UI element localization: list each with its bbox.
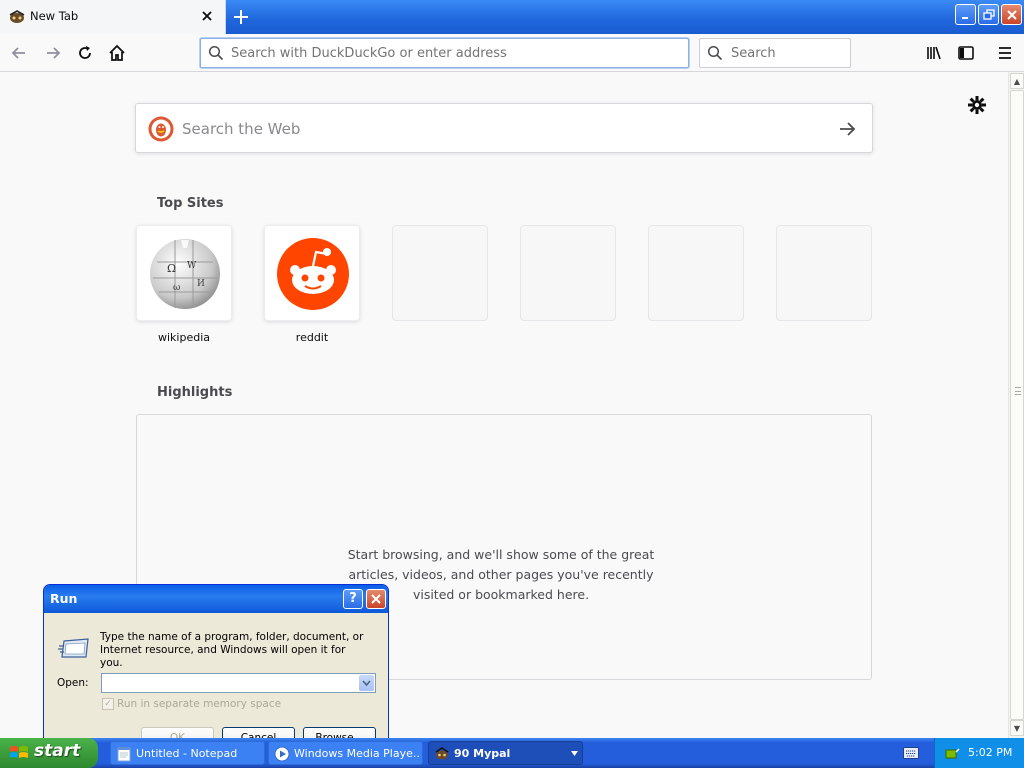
taskbar-item-mypal[interactable]: 90 Mypal [428,741,583,765]
separate-memory-label: Run in separate memory space [117,698,282,710]
scrollbar-thumb[interactable] [1010,90,1024,720]
svg-text:ω: ω [173,283,180,293]
wikipedia-globe-icon: Ω W И ω [150,239,220,309]
taskbar-item-label: Untitled - Notepad [136,747,238,760]
library-button[interactable] [921,41,947,65]
top-site-empty-slot [392,225,488,321]
top-sites-heading: Top Sites [157,196,224,211]
clock[interactable]: 5:02 PM [968,746,1012,759]
start-label: start [34,741,81,761]
run-description: Type the name of a program, folder, docu… [100,631,364,669]
separate-memory-checkbox[interactable]: ✓ [102,698,114,710]
scroll-down-icon[interactable]: ▼ [1010,720,1024,736]
svg-text:Ω: Ω [167,262,176,275]
tab-new-tab[interactable]: New Tab [0,0,226,34]
top-site-label[interactable]: wikipedia [136,331,232,344]
close-icon [371,594,381,604]
back-button[interactable] [6,41,32,65]
taskbar: start Untitled - Notepad Windows Media P… [0,738,1024,768]
web-search-box[interactable] [135,103,873,153]
run-dialog-body: Type the name of a program, folder, docu… [47,613,385,741]
windows-flag-icon [10,746,28,758]
highlights-heading: Highlights [157,385,233,400]
search-bar[interactable] [699,38,851,68]
group-dropdown-icon[interactable] [571,751,578,756]
top-site-empty-slot [648,225,744,321]
menu-button[interactable] [992,41,1018,65]
url-input[interactable] [231,44,681,62]
media-player-icon [274,746,290,762]
restore-button[interactable] [978,4,999,25]
gear-icon[interactable] [966,94,988,116]
keyboard-language-icon[interactable] [903,747,919,759]
svg-text:W: W [187,261,197,271]
run-dialog-titlebar[interactable]: Run ? [44,585,388,613]
top-site-tile-reddit[interactable] [264,225,360,321]
open-dropdown-button[interactable] [359,675,374,691]
minimize-icon [961,16,968,19]
taskbar-item-label: Windows Media Playe... [294,747,419,760]
top-site-tile-wikipedia[interactable]: Ω W И ω [136,225,232,321]
chevron-down-icon [362,680,371,686]
taskbar-item-label: 90 Mypal [454,747,511,760]
nav-toolbar [0,34,1024,72]
tab-strip: New Tab [0,0,1024,34]
run-program-icon [58,638,89,658]
home-button[interactable] [104,41,130,65]
top-site-empty-slot [520,225,616,321]
url-bar[interactable] [200,38,689,68]
run-dialog-title: Run [50,591,78,606]
search-input[interactable] [731,44,841,62]
restore-icon [982,8,995,20]
minimize-button[interactable] [955,4,976,25]
new-tab-plus-icon[interactable] [230,6,252,28]
search-icon [208,45,224,61]
web-search-input[interactable] [182,119,802,139]
taskbar-item-notepad[interactable]: Untitled - Notepad [110,741,265,765]
reddit-icon [277,238,349,310]
run-dialog: Run ? Type the name of a program, folder… [43,584,389,742]
tab-close-icon[interactable] [198,7,216,25]
system-tray: 5:02 PM [934,738,1024,768]
sidebar-icon [958,46,974,60]
open-input[interactable] [105,676,355,690]
top-site-empty-slot [776,225,872,321]
reload-icon [79,46,91,59]
help-button[interactable]: ? [343,589,363,609]
top-site-label[interactable]: reddit [264,331,360,344]
window-close-button[interactable] [1001,4,1022,25]
scrollbar-grip [1015,387,1021,395]
tab-title: New Tab [30,9,79,23]
duckduckgo-logo-icon [148,116,174,142]
forward-button[interactable] [40,41,66,65]
svg-text:И: И [197,279,205,289]
library-icon [927,46,941,60]
vertical-scrollbar[interactable]: ▲ ▼ [1008,72,1024,738]
run-close-button[interactable] [366,589,386,609]
forward-arrow-icon [47,47,61,59]
open-label: Open: [57,677,89,689]
open-combobox[interactable] [101,673,376,693]
safely-remove-hardware-icon[interactable] [944,745,960,761]
taskbar-item-media-player[interactable]: Windows Media Playe... [268,741,423,765]
hamburger-menu-icon [999,47,1011,59]
scroll-up-icon[interactable]: ▲ [1010,73,1024,89]
mypal-icon [435,747,449,760]
search-go-arrow-icon[interactable] [836,118,858,140]
start-button[interactable]: start [0,738,98,768]
home-icon [109,44,125,61]
search-icon [707,45,723,61]
back-arrow-icon [11,47,25,59]
sidebar-toggle-button[interactable] [953,41,979,65]
notepad-icon [117,747,131,762]
mypal-favicon-icon [9,10,25,23]
close-icon [1006,9,1017,20]
reload-button[interactable] [72,41,98,65]
